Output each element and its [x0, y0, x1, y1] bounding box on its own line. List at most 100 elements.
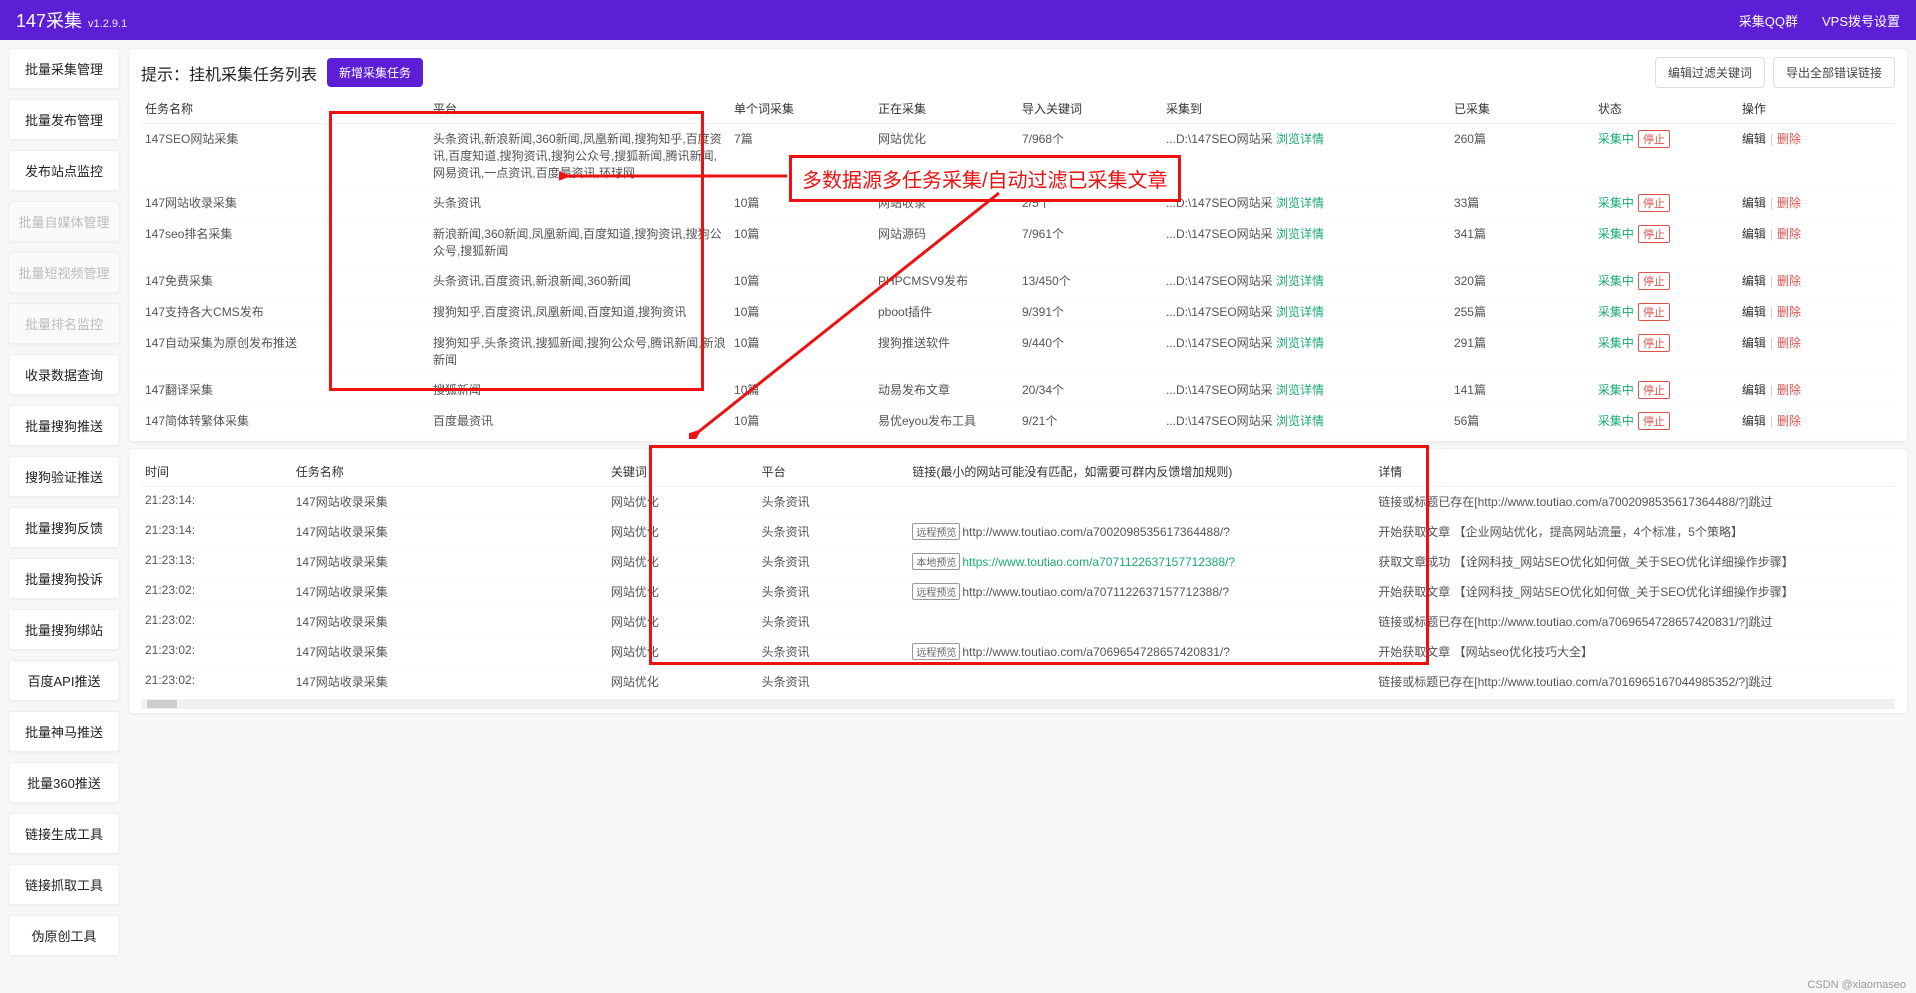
stop-button[interactable]: 停止: [1638, 225, 1670, 243]
tasks-title: 提示：挂机采集任务列表: [141, 61, 317, 85]
task-done: 141篇: [1450, 375, 1594, 406]
topbar: 147采集 v1.2.9.1 采集QQ群 VPS拨号设置: [0, 0, 1916, 40]
tasks-panel: 提示：挂机采集任务列表 新增采集任务 编辑过滤关键词 导出全部错误链接 任务名称…: [128, 48, 1908, 442]
task-status: 采集中停止: [1594, 406, 1738, 437]
status-collecting[interactable]: 采集中: [1598, 414, 1634, 428]
sidebar-item-1[interactable]: 批量发布管理: [8, 99, 120, 140]
task-detail-link[interactable]: 浏览详情: [1276, 336, 1324, 350]
delete-link[interactable]: 删除: [1777, 196, 1801, 210]
edit-link[interactable]: 编辑: [1742, 132, 1766, 146]
log-link-cell: [908, 487, 1374, 517]
status-collecting[interactable]: 采集中: [1598, 336, 1634, 350]
task-detail-link[interactable]: 浏览详情: [1276, 414, 1324, 428]
log-link[interactable]: http://www.toutiao.com/a7071122637157712…: [962, 585, 1229, 599]
stop-button[interactable]: 停止: [1638, 334, 1670, 352]
status-collecting[interactable]: 采集中: [1598, 132, 1634, 146]
delete-link[interactable]: 删除: [1777, 414, 1801, 428]
task-detail-link[interactable]: 浏览详情: [1276, 274, 1324, 288]
log-name: 147网站收录采集: [292, 547, 607, 577]
sidebar-item-17[interactable]: 伪原创工具: [8, 915, 120, 956]
stop-button[interactable]: 停止: [1638, 412, 1670, 430]
sidebar-item-9[interactable]: 批量搜狗反馈: [8, 507, 120, 548]
export-errors-button[interactable]: 导出全部错误链接: [1773, 57, 1895, 88]
sidebar-item-16[interactable]: 链接抓取工具: [8, 864, 120, 905]
task-platform: 头条资讯: [429, 188, 730, 219]
log-kw: 网站优化: [607, 637, 758, 667]
task-status: 采集中停止: [1594, 375, 1738, 406]
edit-link[interactable]: 编辑: [1742, 305, 1766, 319]
sidebar-item-6[interactable]: 收录数据查询: [8, 354, 120, 395]
preview-badge[interactable]: 远程预览: [912, 583, 960, 600]
task-name: 147seo排名采集: [141, 219, 429, 266]
edit-link[interactable]: 编辑: [1742, 274, 1766, 288]
sidebar-item-11[interactable]: 批量搜狗绑站: [8, 609, 120, 650]
delete-link[interactable]: 删除: [1777, 336, 1801, 350]
task-collecting: 动易发布文章: [874, 375, 1018, 406]
table-row: 147免费采集头条资讯,百度资讯,新浪新闻,360新闻10篇PHPCMSV9发布…: [141, 266, 1895, 297]
sidebar-item-13[interactable]: 批量神马推送: [8, 711, 120, 752]
status-collecting[interactable]: 采集中: [1598, 305, 1634, 319]
sidebar-item-15[interactable]: 链接生成工具: [8, 813, 120, 854]
task-status: 采集中停止: [1594, 124, 1738, 188]
edit-link[interactable]: 编辑: [1742, 414, 1766, 428]
delete-link[interactable]: 删除: [1777, 383, 1801, 397]
task-detail-link[interactable]: 浏览详情: [1276, 383, 1324, 397]
sidebar-item-2[interactable]: 发布站点监控: [8, 150, 120, 191]
task-detail-link[interactable]: 浏览详情: [1276, 305, 1324, 319]
tasks-col-6: 已采集: [1450, 94, 1594, 124]
task-status: 采集中停止: [1594, 219, 1738, 266]
delete-link[interactable]: 删除: [1777, 132, 1801, 146]
sidebar-item-7[interactable]: 批量搜狗推送: [8, 405, 120, 446]
preview-badge[interactable]: 远程预览: [912, 643, 960, 660]
stop-button[interactable]: 停止: [1638, 272, 1670, 290]
tasks-col-8: 操作: [1738, 94, 1895, 124]
stop-button[interactable]: 停止: [1638, 130, 1670, 148]
status-collecting[interactable]: 采集中: [1598, 196, 1634, 210]
edit-link[interactable]: 编辑: [1742, 383, 1766, 397]
task-collecting: 网站源码: [874, 219, 1018, 266]
list-item: 21:23:14:147网站收录采集网站优化头条资讯远程预览http://www…: [141, 517, 1895, 547]
preview-badge[interactable]: 远程预览: [912, 523, 960, 540]
delete-link[interactable]: 删除: [1777, 227, 1801, 241]
log-detail: 链接或标题已存在[http://www.toutiao.com/a7016965…: [1374, 667, 1895, 697]
list-item: 21:23:02:147网站收录采集网站优化头条资讯远程预览http://www…: [141, 637, 1895, 667]
edit-link[interactable]: 编辑: [1742, 336, 1766, 350]
task-done: 320篇: [1450, 266, 1594, 297]
task-detail-link[interactable]: 浏览详情: [1276, 227, 1324, 241]
delete-link[interactable]: 删除: [1777, 274, 1801, 288]
log-table: 时间任务名称关键词平台链接(最小的网站可能没有匹配，如需要可群内反馈增加规则)详…: [141, 457, 1895, 697]
task-keywords: 7/961个: [1018, 219, 1162, 266]
log-plat: 头条资讯: [758, 577, 909, 607]
stop-button[interactable]: 停止: [1638, 194, 1670, 212]
status-collecting[interactable]: 采集中: [1598, 383, 1634, 397]
sidebar-item-12[interactable]: 百度API推送: [8, 660, 120, 701]
sidebar-item-0[interactable]: 批量采集管理: [8, 48, 120, 89]
table-row: 147翻译采集搜狐新闻10篇动易发布文章20/34个...D:\147SEO网站…: [141, 375, 1895, 406]
topbar-link-qq[interactable]: 采集QQ群: [1739, 11, 1798, 30]
filter-keywords-button[interactable]: 编辑过滤关键词: [1655, 57, 1765, 88]
status-collecting[interactable]: 采集中: [1598, 274, 1634, 288]
add-task-button[interactable]: 新增采集任务: [327, 58, 423, 87]
sidebar-item-8[interactable]: 搜狗验证推送: [8, 456, 120, 497]
sidebar-item-14[interactable]: 批量360推送: [8, 762, 120, 803]
task-done: 291篇: [1450, 328, 1594, 375]
topbar-link-vps[interactable]: VPS拨号设置: [1822, 11, 1900, 30]
log-link[interactable]: http://www.toutiao.com/a7069654728657420…: [962, 645, 1230, 659]
edit-link[interactable]: 编辑: [1742, 227, 1766, 241]
edit-link[interactable]: 编辑: [1742, 196, 1766, 210]
preview-badge[interactable]: 本地预览: [912, 553, 960, 570]
log-scrollbar[interactable]: [141, 699, 1895, 709]
task-count: 10篇: [730, 266, 874, 297]
task-keywords: 20/34个: [1018, 375, 1162, 406]
stop-button[interactable]: 停止: [1638, 381, 1670, 399]
sidebar-item-10[interactable]: 批量搜狗投诉: [8, 558, 120, 599]
table-row: 147简体转繁体采集百度最资讯10篇易优eyou发布工具9/21个...D:\1…: [141, 406, 1895, 437]
task-detail-link[interactable]: 浏览详情: [1276, 132, 1324, 146]
status-collecting[interactable]: 采集中: [1598, 227, 1634, 241]
log-link[interactable]: http://www.toutiao.com/a7002098535617364…: [962, 525, 1230, 539]
stop-button[interactable]: 停止: [1638, 303, 1670, 321]
log-link[interactable]: https://www.toutiao.com/a707112263715771…: [962, 555, 1235, 569]
task-detail-link[interactable]: 浏览详情: [1276, 196, 1324, 210]
delete-link[interactable]: 删除: [1777, 305, 1801, 319]
log-col-2: 关键词: [607, 457, 758, 487]
